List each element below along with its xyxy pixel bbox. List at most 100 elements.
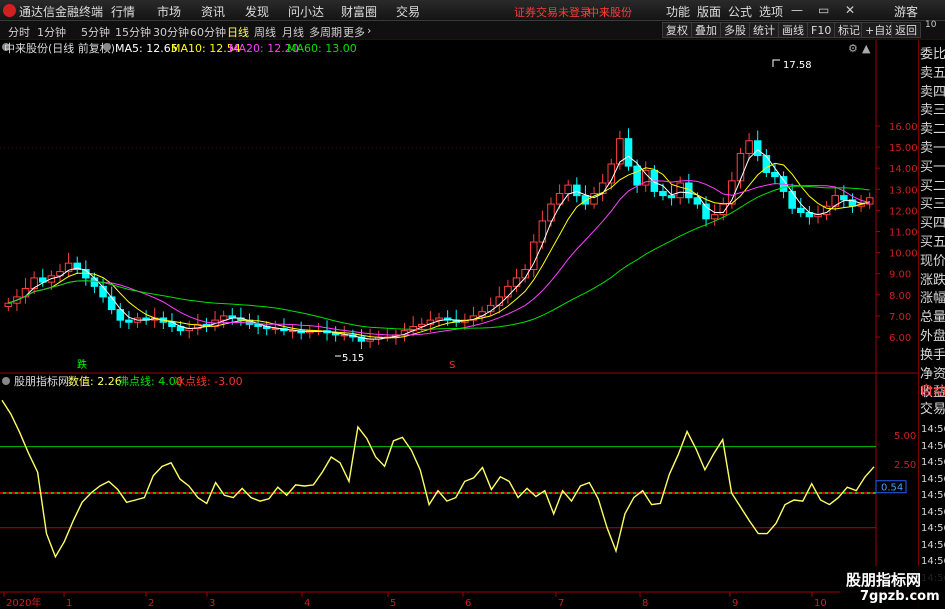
period-tab-weekly[interactable]: 周线 xyxy=(254,24,276,40)
login-status[interactable]: 证券交易未登录 xyxy=(514,4,591,20)
indicator-collapse-icon[interactable] xyxy=(2,377,10,385)
multi-stock-button[interactable]: 多股 xyxy=(720,22,750,38)
candle-body xyxy=(736,152,745,182)
x-tick-label: 1 xyxy=(66,598,72,609)
minimize-icon[interactable]: — xyxy=(791,3,803,17)
menu-options[interactable]: 选项 xyxy=(759,3,783,20)
high-label: 17.58 xyxy=(783,60,812,71)
candle-body xyxy=(435,317,443,321)
stock-label: 中来股份(日线 前复权) xyxy=(4,41,115,55)
trade-time: 14:56 xyxy=(921,539,945,551)
indicator-lines xyxy=(0,399,876,559)
main-chart-controls: ⚙ ▲ xyxy=(848,42,871,55)
price-tick-label: 14.00 xyxy=(889,164,918,175)
period-toolbar: 分时 1分钟 5分钟 15分钟 30分钟 60分钟 日线 周线 月线 多周期 更… xyxy=(0,21,945,40)
indicator-value: 数值: 2.26 xyxy=(68,375,122,388)
back-button[interactable]: 返回 xyxy=(891,22,921,38)
candle-body xyxy=(753,140,762,157)
trade-time: 14:56 xyxy=(921,506,945,518)
candle-body xyxy=(99,285,107,298)
statistics-button[interactable]: 统计 xyxy=(749,22,779,38)
candle-body xyxy=(840,195,848,201)
price-tick-label: 10.00 xyxy=(889,249,918,260)
menu-layout[interactable]: 版面 xyxy=(697,3,721,20)
period-tab-intraday[interactable]: 分时 xyxy=(8,24,30,40)
indicator-header: 股朋指标网 数值: 2.26 沸点线: 4.00 冰点线: -3.00 xyxy=(2,374,243,388)
candle-body xyxy=(676,182,684,199)
candle-body xyxy=(4,302,13,307)
candle-body xyxy=(573,184,581,197)
restore-icon[interactable]: ▭ xyxy=(818,3,829,17)
menu-trade[interactable]: 交易 xyxy=(396,3,420,20)
candle-body xyxy=(478,311,486,317)
price-axis: 16.00 15.00 14.00 13.00 12.00 11.00 10.00 9.00 8… xyxy=(876,122,918,344)
trade-time: 14:56 xyxy=(921,523,945,534)
kline-chart[interactable]: 中来股份(日线 前复权) MA5: 12.65 MA10: 12.54 MA20… xyxy=(0,40,945,609)
settings-icon[interactable] xyxy=(103,43,111,51)
draw-line-button[interactable]: 画线 xyxy=(778,22,808,38)
period-tab-daily[interactable]: 日线 xyxy=(227,24,249,40)
period-tab-5min[interactable]: 5分钟 xyxy=(81,24,110,40)
close-icon[interactable]: ✕ xyxy=(845,3,855,17)
chart-area[interactable]: 中来股份(日线 前复权) MA5: 12.65 MA10: 12.54 MA20… xyxy=(0,40,945,609)
overlay-button[interactable]: 叠加 xyxy=(691,22,721,38)
x-tick-label: 9 xyxy=(732,598,738,609)
ma60-line xyxy=(8,185,870,331)
restore-rights-button[interactable]: 复权 xyxy=(662,22,692,38)
x-axis: 2020年 1 2 3 4 5 6 7 8 9 10 xyxy=(3,592,827,609)
x-tick-label: 8 xyxy=(642,598,648,609)
guest-user[interactable]: 游客 xyxy=(894,3,918,20)
chevron-up-icon[interactable]: ▲ xyxy=(862,42,871,55)
period-tab-multi[interactable]: 多周期 xyxy=(309,24,342,40)
menu-formula[interactable]: 公式 xyxy=(728,3,752,20)
quote-label: 卖二 xyxy=(920,122,945,138)
candle-body xyxy=(788,190,796,209)
quote-label: 买五 xyxy=(920,235,945,250)
candle-body xyxy=(667,195,676,199)
menu-ask[interactable]: 问小达 xyxy=(288,3,324,20)
menu-news[interactable]: 资讯 xyxy=(201,3,225,20)
quote-label: 买二 xyxy=(920,178,945,194)
menu-quotes[interactable]: 行情 xyxy=(111,3,135,20)
price-tick-label: 12.00 xyxy=(889,206,918,217)
price-tick-label: 7.00 xyxy=(889,312,911,323)
trade-time: 14:56 xyxy=(921,440,945,452)
x-tick-label: 10 xyxy=(814,598,827,609)
period-tab-15min[interactable]: 15分钟 xyxy=(115,24,151,40)
f10-button[interactable]: F10 xyxy=(807,22,836,38)
quote-side-panel: 10 委比 卖五 卖四 卖三 卖二 卖一 买一 买二 买三 买四 买五 现价 涨跌 涨幅 总量 外盘 换手 净资 收益… xyxy=(918,20,945,609)
menu-function[interactable]: 功能 xyxy=(666,3,690,20)
candle-body xyxy=(107,296,116,311)
menu-market[interactable]: 市场 xyxy=(157,3,181,20)
ma10-line xyxy=(8,162,870,339)
candle-body xyxy=(564,184,572,195)
indicator-line xyxy=(1,399,875,559)
chevron-right-icon[interactable]: › xyxy=(367,24,371,37)
quote-label: 现价 xyxy=(920,253,945,269)
period-tab-monthly[interactable]: 月线 xyxy=(282,24,304,40)
main-chart-header: 中来股份(日线 前复权) MA5: 12.65 MA10: 12.54 MA20… xyxy=(2,41,357,55)
trade-time: 14:56 xyxy=(921,424,945,435)
gear-icon[interactable]: ⚙ xyxy=(848,42,858,55)
period-tab-more[interactable]: 更多 xyxy=(343,24,365,40)
trade-label[interactable]: 交易 xyxy=(920,403,945,417)
x-tick-label: 4 xyxy=(304,598,310,609)
period-tab-30min[interactable]: 30分钟 xyxy=(153,24,189,40)
menu-fortune[interactable]: 财富圈 xyxy=(341,3,377,20)
candle-body xyxy=(598,182,607,195)
candle-body xyxy=(529,241,538,270)
quote-label: 净资 xyxy=(920,366,945,382)
menu-discover[interactable]: 发现 xyxy=(245,3,269,20)
candles-group xyxy=(4,128,874,350)
x-tick-label: 6 xyxy=(465,598,471,609)
period-tab-1min[interactable]: 1分钟 xyxy=(37,24,66,40)
quote-label: 涨幅 xyxy=(920,291,945,307)
price-tick-label: 16.00 xyxy=(889,122,918,133)
candle-body xyxy=(624,138,633,167)
ma60-label: MA60: 13.00 xyxy=(287,42,357,55)
mark-button[interactable]: 标记 xyxy=(834,22,864,38)
price-tick-label: 11.00 xyxy=(889,228,918,239)
auto-label[interactable]: 自动 xyxy=(920,385,945,399)
period-tab-60min[interactable]: 60分钟 xyxy=(190,24,226,40)
candle-body xyxy=(125,319,133,323)
